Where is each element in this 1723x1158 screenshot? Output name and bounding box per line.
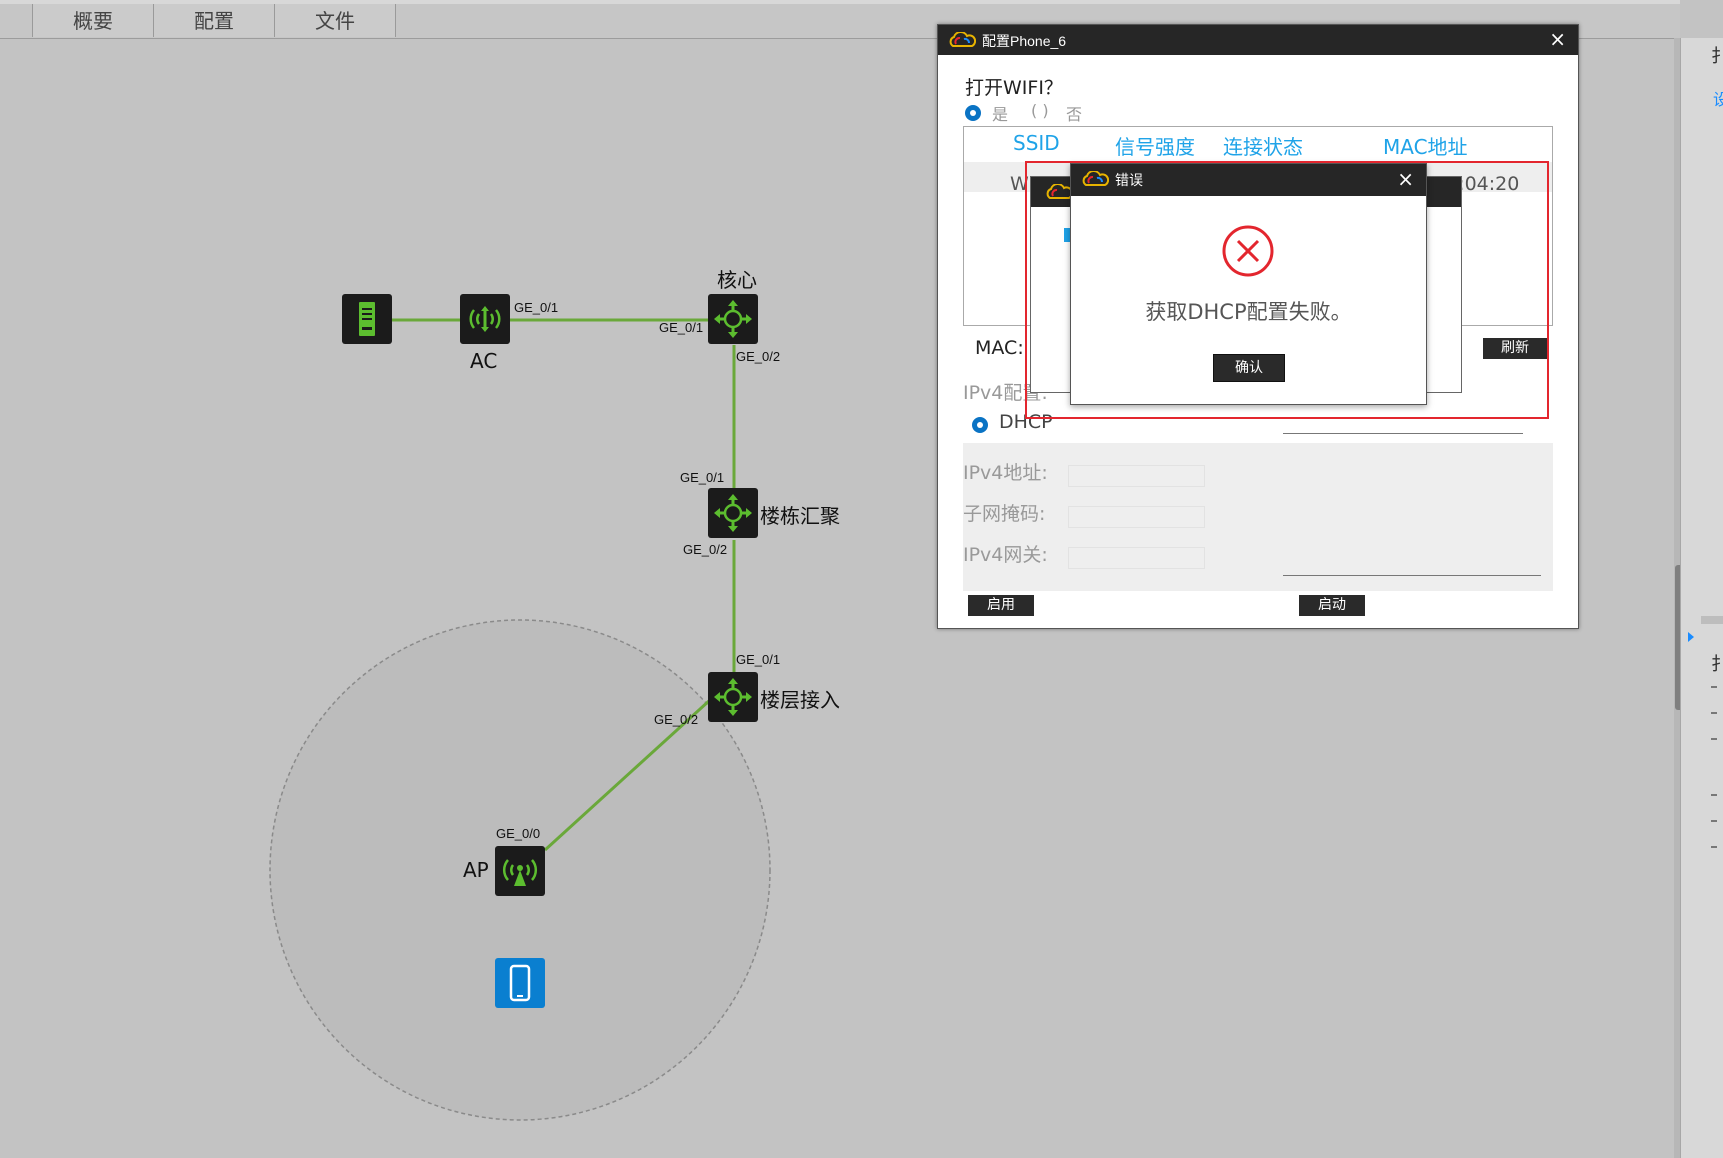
wifi-yes-radio[interactable] (965, 105, 981, 121)
port-label: GE_0/2 (683, 542, 728, 557)
input-underline[interactable] (1283, 575, 1541, 576)
wifi-question: 打开WIFI？ (965, 77, 1063, 99)
static-ip-panel (963, 443, 1553, 591)
col-ssid: SSID (1013, 131, 1060, 155)
l3-switch-icon (714, 678, 752, 716)
gateway-label: IPv4网关: (963, 544, 1048, 566)
subnet-input[interactable] (1068, 506, 1205, 528)
dhcp-radio[interactable] (972, 417, 988, 433)
port-label: GE_0/2 (654, 712, 699, 727)
port-label: GE_0/2 (736, 349, 781, 364)
config-title: 配置Phone_6 (982, 33, 1067, 49)
ap-device[interactable] (495, 846, 545, 896)
building-label: 楼栋汇聚 (760, 504, 840, 528)
port-label: GE_0/0 (496, 826, 541, 841)
l3-switch-icon (714, 494, 752, 532)
core-switch-device[interactable] (708, 294, 758, 344)
floor-switch-device[interactable] (708, 672, 758, 722)
mac-label: MAC: (975, 337, 1024, 359)
wifi-no-label: 否 (1066, 105, 1083, 124)
wireless-controller-icon (469, 306, 501, 332)
ac-label: AC (470, 349, 498, 373)
col-status: 连接状态 (1223, 135, 1303, 159)
core-label: 核心 (717, 268, 757, 292)
apply-button[interactable]: 启用 (968, 595, 1034, 616)
input-underline[interactable] (1283, 433, 1523, 434)
phone-device[interactable] (495, 958, 545, 1008)
col-signal: 信号强度 (1115, 135, 1195, 159)
ac-device[interactable] (460, 294, 510, 344)
config-titlebar[interactable]: 配置Phone_6 × (938, 25, 1578, 55)
port-label: GE_0/1 (736, 652, 781, 667)
wifi-yes-label: 是 (992, 105, 1009, 124)
access-point-icon (503, 859, 537, 886)
port-label: GE_0/1 (659, 320, 704, 335)
gateway-input[interactable] (1068, 547, 1205, 569)
col-mac: MAC地址 (1383, 135, 1468, 159)
port-label: GE_0/1 (514, 300, 559, 315)
phone-icon (509, 964, 531, 1002)
building-switch-device[interactable] (708, 488, 758, 538)
cloud-logo-icon (949, 32, 976, 47)
wifi-no-radio[interactable]: ( ) (1031, 101, 1049, 120)
l3-switch-icon (714, 300, 752, 338)
server-icon (359, 302, 375, 336)
close-icon[interactable]: × (1549, 27, 1566, 51)
highlight-box (1025, 161, 1549, 419)
ap-label: AP (463, 858, 489, 882)
ipv4-addr-label: IPv4地址: (963, 462, 1048, 484)
floor-label: 楼层接入 (760, 688, 840, 712)
subnet-label: 子网掩码: (963, 503, 1046, 525)
start-button[interactable]: 启动 (1299, 595, 1365, 616)
server-device[interactable] (342, 294, 392, 344)
port-label: GE_0/1 (680, 470, 725, 485)
ipv4-addr-input[interactable] (1068, 465, 1205, 487)
